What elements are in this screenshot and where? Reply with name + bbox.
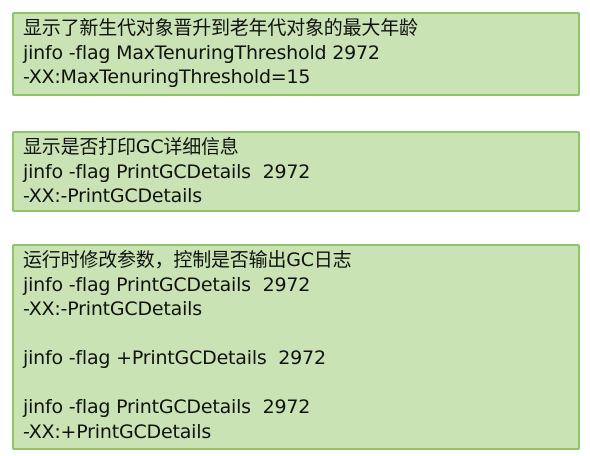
command-line: jinfo -flag PrintGCDetails 2972 — [23, 273, 311, 296]
output-line: -XX:-PrintGCDetails — [23, 298, 202, 320]
card-runtime-modify-gc-log: 运行时修改参数，控制是否输出GC日志 jinfo -flag PrintGCDe… — [12, 244, 580, 450]
command-line: jinfo -flag PrintGCDetails 2972 — [23, 160, 311, 183]
output-line: -XX:MaxTenuringThreshold=15 — [23, 66, 311, 88]
card-heading: 运行时修改参数，控制是否输出GC日志 — [23, 249, 352, 271]
card-print-gc-details: 显示是否打印GC详细信息 jinfo -flag PrintGCDetails … — [12, 131, 580, 212]
command-line: jinfo -flag +PrintGCDetails 2972 — [23, 347, 326, 369]
card-heading: 显示了新生代对象晋升到老年代对象的最大年龄 — [23, 17, 418, 39]
command-line: jinfo -flag PrintGCDetails 2972 — [23, 396, 311, 418]
card-heading: 显示是否打印GC详细信息 — [23, 136, 239, 158]
command-line: jinfo -flag MaxTenuringThreshold 2972 — [23, 41, 380, 64]
output-line: -XX:+PrintGCDetails — [23, 420, 212, 443]
output-line: -XX:-PrintGCDetails — [23, 185, 202, 207]
card-max-tenuring-threshold: 显示了新生代对象晋升到老年代对象的最大年龄 jinfo -flag MaxTen… — [12, 12, 580, 96]
